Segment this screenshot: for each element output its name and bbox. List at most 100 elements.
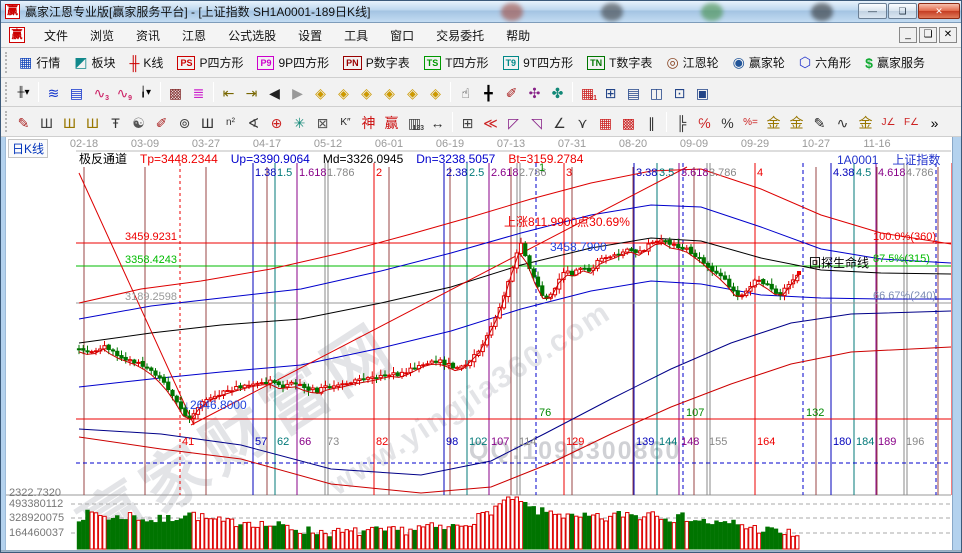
line-manager-button[interactable]: ✤ [546,81,569,103]
yingjia-tool-button[interactable]: 赢 [380,111,403,133]
window-tool-button[interactable]: ⊞ [456,111,479,133]
minimize-button[interactable]: — [858,3,887,19]
calculator-button[interactable]: ⊞ [599,81,622,103]
menu-view[interactable]: 浏览 [79,24,125,47]
print-button[interactable]: ▣ [691,81,714,103]
gann-text-button[interactable]: ✣ [523,81,546,103]
winner-service-button[interactable]: $赢家服务 [858,51,932,75]
volume-profile-button[interactable]: ≣ [187,81,210,103]
percent-slash-button[interactable]: ℅ [693,111,716,133]
gold-circle-tool-button[interactable]: 金 [762,111,785,133]
pan-hand-button[interactable]: ☝ [454,81,477,103]
chip-distribution-button[interactable]: ▩ [164,81,187,103]
gann-box-fan-2-button[interactable]: ◹ [525,111,548,133]
gold-ruler-1-button[interactable]: Ш [58,111,81,133]
winner-wheel-button[interactable]: ◉赢家轮 [726,51,792,75]
menu-gann[interactable]: 江恩 [171,24,217,47]
last-page-button[interactable]: ⇥ [240,81,263,103]
f-angle-tool-button[interactable]: F∠ [900,111,923,133]
count-tool-button[interactable]: ╠ [670,111,693,133]
gann-fan-button[interactable]: ≪ [479,111,502,133]
nine-t-square-button[interactable]: T99T四方形 [496,51,581,75]
gold-tool-button[interactable]: 金 [854,111,877,133]
angle-pen-button[interactable]: ✐ [150,111,173,133]
wave-3-button[interactable]: ∿3 [88,81,111,103]
menu-news[interactable]: 资讯 [125,24,171,47]
kline-canvas[interactable] [1,137,962,553]
percent-line-button[interactable]: %= [739,111,762,133]
compress-button[interactable]: ◈ [355,81,378,103]
crosshair-button[interactable]: ╋ [477,81,500,103]
angle-lines-button[interactable]: ∠ [548,111,571,133]
ink-pen-button[interactable]: ✎ [808,111,831,133]
calendar-button[interactable]: ▦21 [576,81,599,103]
wave-tool-button[interactable]: ∿ [831,111,854,133]
toolbar-grip[interactable] [5,111,8,131]
menu-help[interactable]: 帮助 [495,24,541,47]
trend-lines-toggle-button[interactable]: ≋ [42,81,65,103]
gann-wheel-button[interactable]: ◎江恩轮 [659,51,725,75]
shen-tool-button[interactable]: 神 [357,111,380,133]
quotes-button[interactable]: ▦行情 [12,51,67,75]
gann-box-fan-1-button[interactable]: ◸ [502,111,525,133]
menu-tools[interactable]: 工具 [333,24,379,47]
save-button[interactable]: ◫ [645,81,668,103]
width-measure-button[interactable]: ↔ [426,111,449,133]
ruler-123-button[interactable]: ▥123 [403,111,426,133]
first-page-button[interactable]: ⇤ [217,81,240,103]
angle-measure-button[interactable]: ✐ [500,81,523,103]
chart-area[interactable]: 赢家财富网 www.yingjia360.com QQ:1098300860 日… [1,137,962,553]
menu-settings[interactable]: 设置 [287,24,333,47]
menu-trade[interactable]: 交易委托 [425,24,495,47]
nine-p-square-button[interactable]: P99P四方形 [250,51,336,75]
p-number-table-button[interactable]: PNP数字表 [336,51,417,75]
gann-spiral-button[interactable]: ☯ [127,111,150,133]
square-of-nine-button[interactable]: n² [219,111,242,133]
reset-view-button[interactable]: ◈ [424,81,447,103]
expand-button[interactable]: ◈ [378,81,401,103]
title-bar[interactable]: 赢 赢家江恩专业版[赢家服务平台] - [上证指数 SH1A0001-189日K… [1,1,962,23]
report-button[interactable]: ▤ [622,81,645,103]
fit-all-button[interactable]: ◈ [401,81,424,103]
angle-tool-button[interactable]: ∢ [242,111,265,133]
j-angle-tool-button[interactable]: J∠ [877,111,900,133]
kline-mark-button[interactable]: K″ [334,111,357,133]
price-grid-1-button[interactable]: ▦ [594,111,617,133]
price-ruler-button[interactable]: Ш [196,111,219,133]
gann-star-button[interactable]: ✳ [288,111,311,133]
mdi-close-button[interactable]: ✕ [939,27,957,43]
circle-cross-button[interactable]: ⊕ [265,111,288,133]
toolbar-grip[interactable] [5,52,8,72]
right-scrollbar[interactable] [952,137,962,553]
kline-button[interactable]: ╫K线 [123,51,171,75]
time-ruler-button[interactable]: Ш [35,111,58,133]
t-square-button[interactable]: TST四方形 [417,51,496,75]
gann-box-star-button[interactable]: ⊠ [311,111,334,133]
wave-9-button[interactable]: ∿9 [111,81,134,103]
draw-pen-button[interactable]: ✎ [12,111,35,133]
hexagon-button[interactable]: ⬡六角形 [792,51,858,75]
mdi-restore-button[interactable]: ❏ [919,27,937,43]
time-circle-button[interactable]: ⊚ [173,111,196,133]
period-tab-daily[interactable]: 日K线 [8,139,48,158]
menu-window[interactable]: 窗口 [379,24,425,47]
zoom-in-button[interactable]: ◈ [332,81,355,103]
prev-bar-button[interactable]: ◀ [263,81,286,103]
sectors-button[interactable]: ◩板块 [67,51,122,75]
v-lines-button[interactable]: ⋎ [571,111,594,133]
t-number-table-button[interactable]: TNT数字表 [580,51,659,75]
more-tools-button[interactable]: » [923,111,946,133]
gold-line-tool-button[interactable]: 金 [785,111,808,133]
candle-style-dropdown-button[interactable]: ╽▾ [134,81,157,103]
maximize-button[interactable]: ❏ [888,3,917,19]
percent-tool-button[interactable]: % [716,111,739,133]
screenshot-button[interactable]: ⊡ [668,81,691,103]
p-square-button[interactable]: PSP四方形 [170,51,250,75]
menu-formula[interactable]: 公式选股 [217,24,287,47]
gold-ruler-2-button[interactable]: Ш [81,111,104,133]
mdi-minimize-button[interactable]: _ [899,27,917,43]
parallel-lines-button[interactable]: ∥ [640,111,663,133]
info-note-button[interactable]: ▤ [65,81,88,103]
f-ruler-button[interactable]: Ŧ [104,111,127,133]
next-bar-button[interactable]: ▶ [286,81,309,103]
